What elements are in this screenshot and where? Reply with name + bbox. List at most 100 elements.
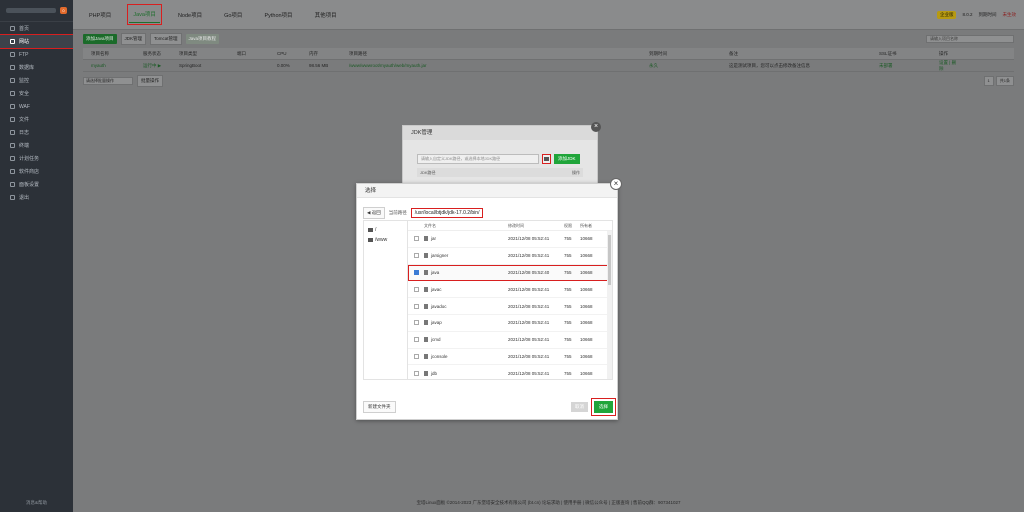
jdk-close-icon[interactable]: × <box>591 122 601 132</box>
file-row[interactable]: javadoc 2021/12/08 05:52:41 755 10668 <box>408 298 612 315</box>
file-checkbox[interactable] <box>413 320 419 326</box>
search-input[interactable]: 请输入项目名称 <box>926 35 1014 43</box>
file-row[interactable]: jarsigner 2021/12/08 05:52:41 755 10668 <box>408 248 612 265</box>
file-checkbox[interactable] <box>413 236 419 242</box>
ssl-link[interactable]: 未部署 <box>879 63 939 69</box>
file-row[interactable]: java 2021/12/08 05:52:40 755 10668 <box>408 264 612 282</box>
select-button[interactable]: 选择 <box>591 398 616 416</box>
tab-other[interactable]: 其他项目 <box>311 7 341 23</box>
file-checkbox[interactable] <box>413 303 419 309</box>
sidebar-item-13[interactable]: 退出 <box>0 191 73 204</box>
sidebar-item-8[interactable]: 日志 <box>0 126 73 139</box>
cpu-value: 0.00% <box>277 63 290 68</box>
file-perm: 755 <box>564 236 572 242</box>
file-dialog-footer: 新建文件夹 取消 选择 <box>363 398 616 416</box>
add-jdk-button[interactable]: 添加JDK <box>554 154 580 164</box>
jdk-manage-button[interactable]: JDK管理 <box>120 33 147 45</box>
sidebar-item-label: 监控 <box>19 78 30 84</box>
file-checkbox[interactable] <box>413 253 419 259</box>
java-course-button[interactable]: Java项目教程 <box>185 34 220 44</box>
file-checkbox[interactable] <box>413 269 419 275</box>
shield-icon <box>10 91 15 96</box>
sidebar-item-0[interactable]: 首页 <box>0 22 73 35</box>
sidebar-item-9[interactable]: 终端 <box>0 139 73 152</box>
drive-root[interactable]: / <box>364 225 407 235</box>
sidebar-item-label: 退出 <box>19 195 30 201</box>
col-type: 项目类型 <box>179 50 197 56</box>
sidebar-item-4[interactable]: 监控 <box>0 74 73 87</box>
page-footer: 宝塔Linux面板 ©2014-2023 广东堡塔安全技术有限公司 (bt.cn… <box>416 500 681 505</box>
file-owner: 10668 <box>580 286 593 292</box>
file-row[interactable]: jconsole 2021/12/08 05:52:41 755 10668 <box>408 349 612 366</box>
file-checkbox[interactable] <box>413 337 419 343</box>
sidebar-item-label: 安全 <box>19 91 30 97</box>
row-actions[interactable]: 设置 | 删除 <box>939 60 959 72</box>
sidebar-item-label: 终端 <box>19 143 30 149</box>
vip-badge[interactable]: 企业版 <box>936 10 957 19</box>
scroll-thumb[interactable] <box>608 235 611 285</box>
file-checkbox[interactable] <box>413 286 419 292</box>
current-path-input[interactable]: /usr/local/btjdk/jdk-17.0.2/bin/ <box>410 207 484 218</box>
file-perm: 755 <box>564 320 572 326</box>
file-owner: 10668 <box>580 337 593 343</box>
file-name: jar <box>431 236 437 242</box>
sidebar-item-10[interactable]: 计划任务 <box>0 152 73 165</box>
file-mtime: 2021/12/08 05:52:41 <box>508 337 550 343</box>
jdk-path-input[interactable]: 请输入自定义JDK路径，或选择本地JDK路径 <box>417 154 539 164</box>
file-perm: 755 <box>564 303 572 309</box>
sidebar-item-5[interactable]: 安全 <box>0 87 73 100</box>
sidebar-item-label: FTP <box>19 51 29 58</box>
file-row[interactable]: jdb 2021/12/08 05:52:41 755 10668 <box>408 365 612 379</box>
drive-label: /www <box>375 237 388 243</box>
add-java-project-button[interactable]: 添加Java项目 <box>83 34 117 44</box>
file-select-dialog: 选择 × ◀ 返回 当前路径 /usr/local/btjdk/jdk-17.0… <box>356 178 622 420</box>
sidebar-item-3[interactable]: 数据库 <box>0 61 73 74</box>
file-row[interactable]: javac 2021/12/08 05:52:41 755 10668 <box>408 281 612 299</box>
tab-node[interactable]: Node项目 <box>174 7 206 23</box>
sidebar-item-11[interactable]: 软件商店 <box>0 165 73 178</box>
tomcat-manage-button[interactable]: Tomcat管理 <box>150 33 182 45</box>
col-path: 项目路径 <box>349 50 367 56</box>
sidebar-item-12[interactable]: 面板设置 <box>0 178 73 191</box>
back-button[interactable]: ◀ 返回 <box>363 206 385 219</box>
file-checkbox[interactable] <box>413 353 419 359</box>
file-row[interactable]: javap 2021/12/08 05:52:41 755 10668 <box>408 315 612 332</box>
drive-www[interactable]: /www <box>364 235 407 245</box>
note-value[interactable]: 这是测试项目，您可以点击修改备注信息 <box>729 63 879 69</box>
jdk-col-path: JDK路径 <box>420 170 436 175</box>
sidebar-item-1[interactable]: 网站 <box>0 34 74 49</box>
renew-link[interactable]: 未生效 <box>1003 12 1017 18</box>
project-name-link[interactable]: myauth <box>91 63 143 68</box>
tab-php[interactable]: PHP项目 <box>85 7 115 23</box>
status-toggle[interactable]: 运行中 ▶ <box>143 63 179 69</box>
tab-java[interactable]: Java项目 <box>127 4 162 25</box>
new-folder-button[interactable]: 新建文件夹 <box>363 401 396 413</box>
ftp-icon <box>10 52 15 57</box>
file-row[interactable]: jcmd 2021/12/08 05:52:41 755 10668 <box>408 332 612 349</box>
sidebar-item-7[interactable]: 文件 <box>0 113 73 126</box>
project-path-link[interactable]: /www/wwwroot/myauth/web/myauth.jar <box>349 63 649 68</box>
sidebar-menu: 首页 网站 FTP 数据库监控安全 WAF 文件 日志终端计划任务 软件商店 面板设置退出 <box>0 22 74 204</box>
folder-browse-button[interactable] <box>542 154 551 164</box>
sidebar-item-2[interactable]: FTP <box>0 48 73 61</box>
sidebar-footer[interactable]: 消息&帮助 <box>0 500 73 506</box>
file-dialog-close-icon[interactable]: × <box>610 178 622 190</box>
message-badge[interactable]: 0 <box>60 7 67 14</box>
tab-python[interactable]: Python项目 <box>260 7 296 23</box>
cancel-button[interactable]: 取消 <box>571 402 588 412</box>
tab-go[interactable]: Go项目 <box>220 7 246 23</box>
expire-value[interactable]: 永久 <box>649 63 729 69</box>
sidebar-item-6[interactable]: WAF <box>0 100 73 113</box>
file-dialog-title: 选择 <box>357 184 617 198</box>
file-list-scrollbar[interactable] <box>607 231 612 379</box>
file-row[interactable]: jar 2021/12/08 05:52:41 755 10668 <box>408 231 612 248</box>
table-footer: 请选择批量操作 批量操作 1 共1条 <box>83 72 1014 90</box>
disk-icon <box>368 238 373 242</box>
file-perm: 755 <box>564 353 572 359</box>
batch-select[interactable]: 请选择批量操作 <box>83 77 133 85</box>
project-type: SpringBoot <box>179 63 202 68</box>
page-number[interactable]: 1 <box>983 76 994 86</box>
file-checkbox[interactable] <box>413 370 419 376</box>
file-perm: 755 <box>564 286 572 292</box>
batch-button[interactable]: 批量操作 <box>137 75 163 87</box>
